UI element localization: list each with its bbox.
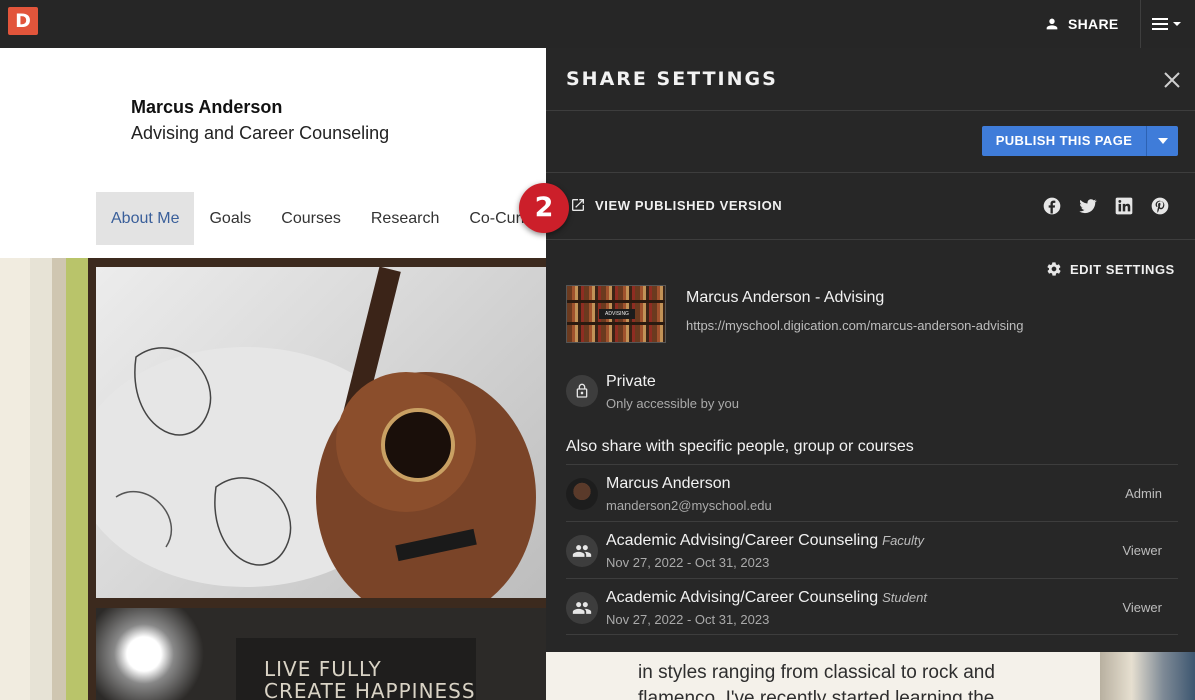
group-icon: [572, 545, 592, 557]
member-role[interactable]: Admin: [1125, 486, 1162, 501]
external-link-icon: [572, 199, 584, 211]
edit-settings-button[interactable]: EDIT SETTINGS: [1046, 261, 1175, 277]
share-button[interactable]: SHARE: [1044, 0, 1119, 48]
member-email: manderson2@myschool.edu: [606, 498, 772, 513]
page-thumbnail: ADVISING: [566, 285, 666, 343]
group-avatar: [566, 535, 598, 567]
member-row[interactable]: Academic Advising/Career Counseling Stude…: [566, 578, 1178, 635]
avatar: [566, 478, 598, 510]
topbar-divider: [1140, 0, 1141, 48]
portfolio-page: Marcus Anderson Advising and Career Coun…: [0, 48, 546, 700]
twitter-icon[interactable]: [1078, 196, 1098, 216]
nav-courses[interactable]: Courses: [266, 192, 356, 245]
privacy-title: Private: [606, 373, 656, 390]
also-share-heading: Also share with specific people, group o…: [566, 438, 914, 455]
member-role[interactable]: Viewer: [1122, 600, 1162, 615]
nav-about-me[interactable]: About Me: [96, 192, 195, 245]
social-share-buttons: [1042, 196, 1170, 216]
share-settings-panel: SHARE SETTINGS PUBLISH THIS PAGE 2 VIEW …: [519, 48, 1195, 652]
top-bar: D SHARE: [0, 0, 1195, 48]
book: [30, 258, 52, 700]
publish-button-group: PUBLISH THIS PAGE: [982, 126, 1178, 156]
lock-icon: [576, 383, 588, 398]
member-name: Academic Advising/Career Counseling Facul…: [606, 532, 925, 549]
guitar-illustration: [96, 267, 536, 598]
book: [52, 258, 66, 700]
person-icon: [1046, 18, 1058, 30]
member-row[interactable]: Academic Advising/Career Counseling Facul…: [566, 521, 1178, 578]
privacy-toggle[interactable]: [566, 375, 598, 407]
sign-text: LIVE FULLY CREATE HAPPINESS: [264, 657, 476, 700]
nav-goals[interactable]: Goals: [194, 192, 266, 245]
privacy-subtitle: Only accessible by you: [606, 396, 739, 411]
book: [0, 258, 30, 700]
member-tag: Student: [882, 590, 927, 605]
thumbnail-label: ADVISING: [599, 309, 635, 319]
divider: [546, 172, 1195, 173]
divider: [546, 110, 1195, 111]
divider: [546, 239, 1195, 240]
site-url: https://myschool.digication.com/marcus-a…: [686, 318, 1024, 333]
member-name: Marcus Anderson: [606, 475, 731, 492]
member-dates: Nov 27, 2022 - Oct 31, 2023: [606, 555, 770, 570]
panel-title: SHARE SETTINGS: [566, 68, 778, 90]
member-dates: Nov 27, 2022 - Oct 31, 2023: [606, 612, 770, 627]
step-badge: 2: [519, 183, 569, 233]
publish-button[interactable]: PUBLISH THIS PAGE: [982, 126, 1146, 156]
member-role[interactable]: Viewer: [1122, 543, 1162, 558]
book-edge: [1100, 652, 1195, 700]
hamburger-icon: [1152, 18, 1168, 30]
member-name: Academic Advising/Career Counseling Stude…: [606, 589, 927, 606]
share-label: SHARE: [1068, 16, 1119, 32]
page-nav: About Me Goals Courses Research Co-Curr: [96, 192, 541, 245]
gear-icon: [1047, 262, 1061, 276]
lamp-light: [96, 608, 216, 700]
page-body-text: in styles ranging from classical to rock…: [638, 662, 995, 700]
pinterest-icon[interactable]: [1150, 196, 1170, 216]
page-author: Marcus Anderson: [131, 97, 283, 117]
close-icon[interactable]: [1162, 70, 1182, 90]
view-published-label: VIEW PUBLISHED VERSION: [595, 197, 783, 213]
view-published-link[interactable]: VIEW PUBLISHED VERSION: [570, 197, 782, 213]
motivational-photo: LIVE FULLY CREATE HAPPINESS: [96, 608, 546, 700]
caret-down-icon: [1173, 22, 1181, 26]
facebook-icon[interactable]: [1042, 196, 1062, 216]
member-row[interactable]: Marcus Anderson manderson2@myschool.edu …: [566, 464, 1178, 521]
site-title: Marcus Anderson - Advising: [686, 289, 885, 306]
page-subtitle: Advising and Career Counseling: [131, 123, 390, 143]
group-icon: [572, 602, 592, 614]
guitar-photo: [96, 267, 546, 598]
menu-button[interactable]: [1152, 14, 1181, 34]
book: [66, 258, 88, 700]
linkedin-icon[interactable]: [1114, 196, 1134, 216]
edit-settings-label: EDIT SETTINGS: [1070, 261, 1175, 277]
publish-options-button[interactable]: [1146, 126, 1178, 156]
member-tag: Faculty: [882, 533, 925, 548]
nav-research[interactable]: Research: [356, 192, 454, 245]
app-logo[interactable]: D: [8, 7, 38, 35]
group-avatar: [566, 592, 598, 624]
caret-down-icon: [1157, 138, 1168, 144]
